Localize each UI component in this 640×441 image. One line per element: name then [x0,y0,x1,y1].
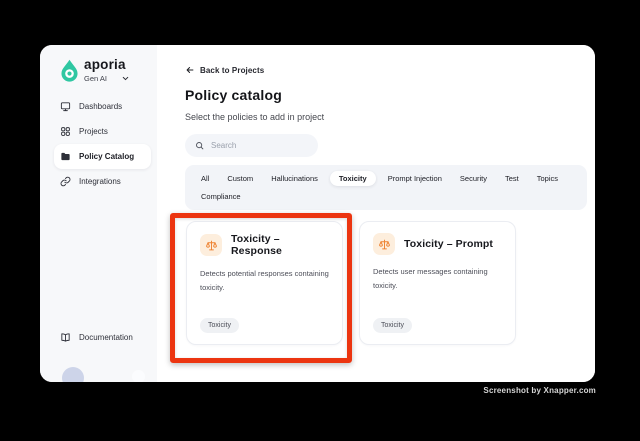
search-input[interactable] [211,141,311,150]
watermark-credit: Screenshot by Xnapper.com [483,386,596,395]
card-tag-badge: Toxicity [200,318,239,333]
dashboard-icon [60,102,71,112]
tab-all[interactable]: All [195,171,215,186]
card-description: Detects potential responses containing t… [200,269,329,292]
policy-cards: Toxicity – Response Detects potential re… [186,221,516,345]
book-icon [61,333,70,342]
page-title: Policy catalog [185,87,282,103]
card-description: Detects user messages containing toxicit… [373,267,488,290]
arrow-left-icon [186,67,194,73]
policy-card-toxicity-response[interactable]: Toxicity – Response Detects potential re… [186,221,343,345]
scales-icon [378,239,390,249]
back-to-projects-link[interactable]: Back to Projects [185,65,264,75]
card-icon-box [373,233,395,255]
sidebar-item-label: Projects [79,127,108,136]
category-tabs: All Custom Hallucinations Toxicity Promp… [185,165,587,210]
sidebar-item-integrations[interactable]: Integrations [54,169,151,194]
tab-hallucinations[interactable]: Hallucinations [265,171,324,186]
sidebar-item-documentation[interactable]: Documentation [54,325,151,350]
sidebar-item-projects[interactable]: Projects [54,119,151,144]
sidebar-item-label: Documentation [79,333,133,342]
sidebar-item-policy-catalog[interactable]: Policy Catalog [54,144,151,169]
page-subtitle: Select the policies to add in project [185,112,325,122]
sidebar-item-label: Integrations [79,177,121,186]
card-icon-box [200,234,222,256]
avatar[interactable] [62,367,84,382]
card-title: Toxicity – Response [231,233,282,257]
tab-prompt-injection[interactable]: Prompt Injection [382,171,448,186]
folder-icon [61,152,70,161]
card-tag-badge: Toxicity [373,318,412,333]
card-title: Toxicity – Prompt [404,238,494,250]
link-icon [60,176,71,187]
sidebar-item-label: Dashboards [79,102,123,111]
search-bar[interactable] [185,134,318,157]
sidebar-item-dashboards[interactable]: Dashboards [54,94,151,119]
aporia-logo-icon [61,59,78,82]
tab-custom[interactable]: Custom [221,171,259,186]
brand-name: aporia [84,57,126,72]
workspace-name: Gen AI [84,74,107,83]
projects-grid-icon [61,127,70,136]
tab-compliance[interactable]: Compliance [195,189,247,204]
tab-topics[interactable]: Topics [531,171,564,186]
tab-test[interactable]: Test [499,171,525,186]
sidebar: aporia Gen AI Dashboards Projects Policy… [40,45,157,382]
scales-icon [205,240,217,250]
sidebar-footer: Documentation [40,325,157,350]
tab-security[interactable]: Security [454,171,493,186]
sidebar-nav: Dashboards Projects Policy Catalog Integ… [40,94,157,194]
main-content: Back to Projects Policy catalog Select t… [157,45,595,382]
chevron-down-icon[interactable] [121,74,130,83]
app-window: aporia Gen AI Dashboards Projects Policy… [40,45,595,382]
partial-circle-decoration [132,370,145,382]
back-link-label: Back to Projects [200,65,265,75]
workspace-switcher[interactable]: aporia Gen AI [60,57,130,83]
sidebar-item-label: Policy Catalog [79,152,135,161]
tab-toxicity[interactable]: Toxicity [329,171,376,186]
search-icon [196,142,204,150]
policy-card-toxicity-prompt[interactable]: Toxicity – Prompt Detects user messages … [359,221,516,345]
